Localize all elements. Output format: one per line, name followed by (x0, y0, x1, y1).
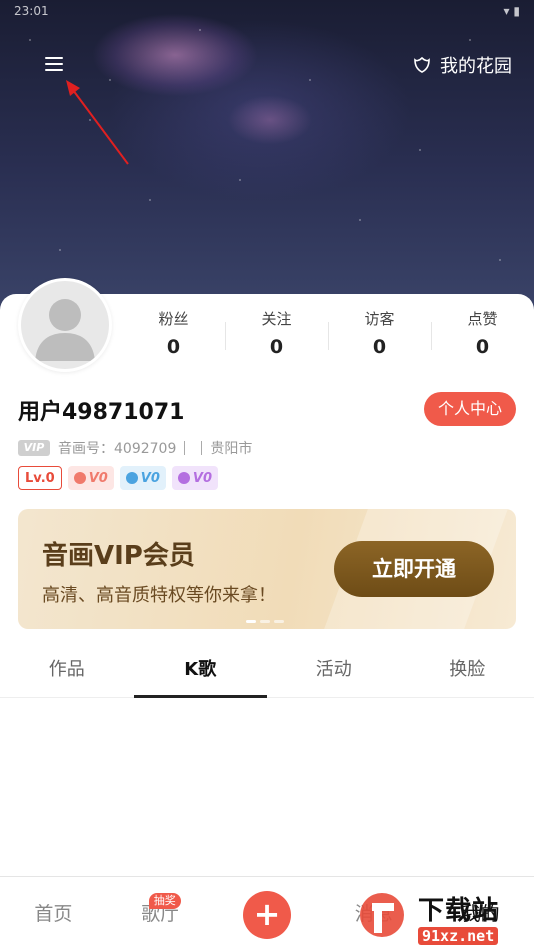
diamond-icon (177, 472, 190, 484)
menu-icon[interactable] (42, 54, 66, 76)
lottery-badge: 抽奖 (148, 893, 181, 909)
badge-label: V0 (140, 470, 160, 486)
status-time: 23:01 (14, 4, 49, 18)
site-watermark: 下载站 91xz.net (352, 886, 532, 948)
singer-badge[interactable]: V0 (67, 466, 114, 490)
nav-hall[interactable]: 歌厅 抽奖 (107, 877, 214, 950)
house-badge[interactable]: V0 (119, 466, 166, 490)
status-icons: ▾ ▮ (503, 4, 520, 18)
stat-label: 关注 (261, 310, 292, 328)
stat-following[interactable]: 关注 0 (225, 308, 328, 360)
username: 用户49871071 (18, 400, 185, 425)
tab-karaoke[interactable]: K歌 (133, 644, 268, 698)
badge-row: Lv.0 V0 V0 V0 (18, 466, 219, 490)
divider (201, 441, 203, 455)
stat-value: 0 (475, 336, 490, 358)
badge-label: V0 (88, 470, 108, 486)
vip-banner-subtitle: 高清、高音质特权等你来拿！ (42, 585, 276, 606)
tab-works[interactable]: 作品 (0, 644, 134, 697)
badge-label: V0 (192, 470, 213, 486)
status-bar: 23:01 ▾ ▮ (14, 4, 520, 22)
vip-open-button[interactable]: 立即开通 (334, 541, 494, 597)
nav-create[interactable]: + (214, 877, 321, 950)
watermark-logo-icon (360, 893, 404, 937)
mic-icon (73, 472, 86, 484)
level-badge[interactable]: Lv.0 (18, 466, 62, 490)
profile-meta: VIP 音画号：4092709 贵阳市 (18, 438, 252, 458)
divider (184, 441, 186, 455)
stat-fans[interactable]: 粉丝 0 (122, 308, 225, 360)
my-garden-button[interactable]: 我的花园 (412, 52, 512, 78)
user-id: 音画号：4092709 (58, 441, 177, 457)
tab-face-swap[interactable]: 换脸 (401, 644, 534, 697)
profile-header-background: 23:01 ▾ ▮ 我的花园 (0, 0, 534, 310)
stat-label: 粉丝 (158, 310, 189, 328)
my-garden-label: 我的花园 (440, 56, 512, 77)
stat-label: 访客 (364, 310, 395, 328)
watermark-url: 91xz.net (418, 926, 499, 945)
stat-likes[interactable]: 点赞 0 (431, 308, 534, 360)
stat-visitors[interactable]: 访客 0 (328, 308, 431, 360)
profile-card: 粉丝 0 关注 0 访客 0 点赞 0 用户49871071 个人中心 VIP … (0, 278, 534, 874)
carousel-dots (246, 620, 284, 623)
annotation-arrow-icon (66, 80, 129, 165)
watermark-name: 下载站 (418, 895, 500, 926)
vip-banner[interactable]: 音画VIP会员 高清、高音质特权等你来拿！ 立即开通 (18, 509, 516, 629)
stat-value: 0 (269, 336, 284, 358)
tab-activities[interactable]: 活动 (267, 644, 401, 697)
default-avatar-icon (35, 299, 95, 361)
stat-value: 0 (372, 336, 387, 358)
personal-center-button[interactable]: 个人中心 (423, 392, 516, 426)
stats-row: 粉丝 0 关注 0 访客 0 点赞 0 (122, 308, 534, 360)
stat-label: 点赞 (467, 310, 498, 328)
flower-icon (414, 56, 430, 73)
content-tabs: 作品 K歌 活动 换脸 (0, 644, 534, 698)
vip-banner-title: 音画VIP会员 (42, 541, 195, 571)
plus-icon[interactable]: + (242, 891, 291, 939)
diamond-badge[interactable]: V0 (171, 466, 219, 490)
avatar[interactable] (18, 278, 112, 372)
user-city: 贵阳市 (210, 441, 253, 457)
house-icon (125, 472, 138, 484)
vip-tag: VIP (18, 440, 50, 456)
nav-home[interactable]: 首页 (0, 877, 107, 950)
stat-value: 0 (166, 336, 181, 358)
